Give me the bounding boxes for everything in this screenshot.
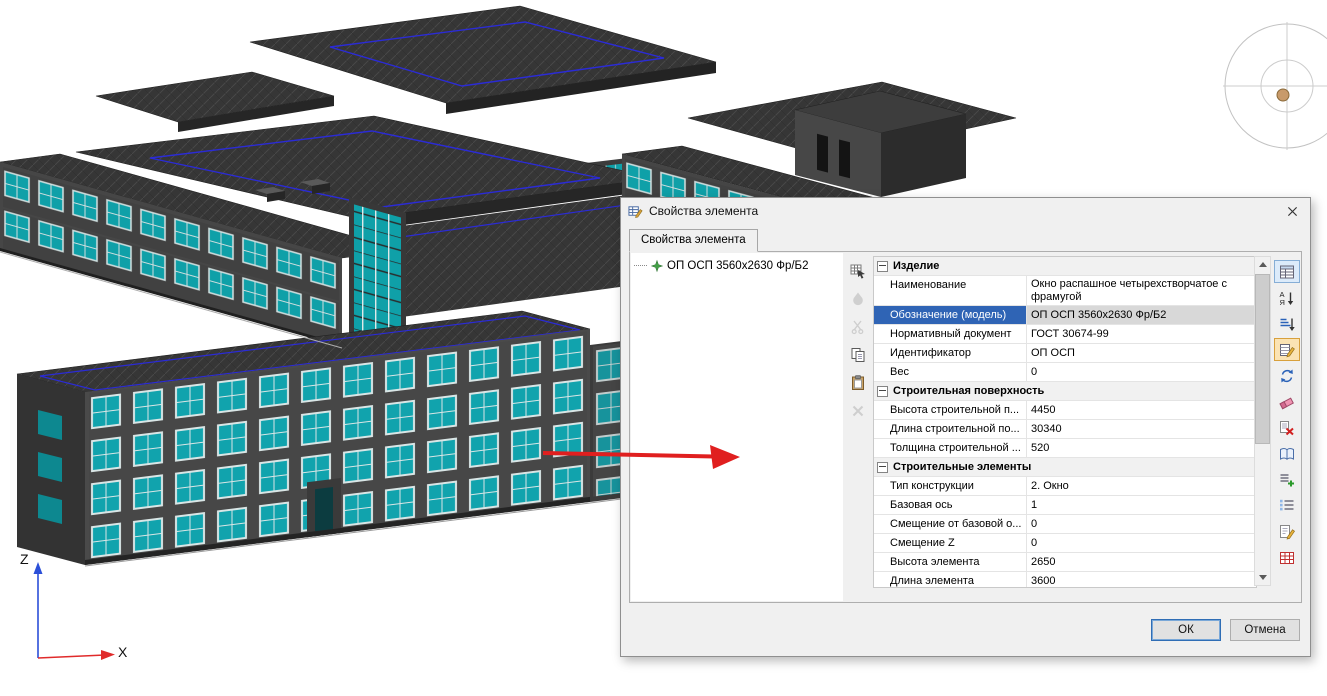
- section-header[interactable]: Строительные элементы: [874, 458, 1256, 477]
- axis-z-label: Z: [20, 551, 29, 567]
- scroll-down-icon[interactable]: [1255, 569, 1270, 585]
- tree-item-label: ОП ОСП 3560x2630 Фр/Б2: [667, 260, 809, 272]
- dialog-footer: ОК Отмена: [621, 604, 1310, 656]
- property-row[interactable]: Нормативный документГОСТ 30674-99: [874, 325, 1256, 344]
- sort-order-icon[interactable]: [1274, 312, 1300, 335]
- property-value[interactable]: 1: [1027, 496, 1256, 514]
- axis-x-label: X: [118, 644, 127, 660]
- dialog-titlebar[interactable]: Свойства элемента: [621, 198, 1310, 224]
- property-row[interactable]: Толщина строительной ...520: [874, 439, 1256, 458]
- element-tree[interactable]: ОП ОСП 3560x2630 Фр/Б2: [631, 253, 843, 601]
- collapse-icon[interactable]: [877, 386, 888, 397]
- cancel-button[interactable]: Отмена: [1230, 619, 1300, 641]
- property-row[interactable]: Базовая ось1: [874, 496, 1256, 515]
- property-row[interactable]: Длина элемента3600: [874, 572, 1256, 588]
- list-numbered-icon[interactable]: [1274, 494, 1300, 517]
- view-compass[interactable]: [1217, 20, 1327, 155]
- scroll-up-icon[interactable]: [1255, 257, 1270, 273]
- property-label: Длина элемента: [874, 572, 1027, 588]
- section-header[interactable]: Строительная поверхность: [874, 382, 1256, 401]
- property-label: Длина строительной по...: [874, 420, 1027, 438]
- property-label: Нормативный документ: [874, 325, 1027, 343]
- catalog-book-icon[interactable]: [1274, 442, 1300, 465]
- annotation-arrow: [530, 437, 745, 477]
- property-value[interactable]: 0: [1027, 515, 1256, 533]
- property-row[interactable]: Высота строительной п...4450: [874, 401, 1256, 420]
- property-label: Смещение Z: [874, 534, 1027, 552]
- collapse-icon[interactable]: [877, 261, 888, 272]
- dialog-content: ОП ОСП 3560x2630 Фр/Б2 Изделие Наименован…: [629, 251, 1302, 603]
- ok-button[interactable]: ОК: [1151, 619, 1221, 641]
- categorized-view-icon[interactable]: [1274, 260, 1300, 283]
- property-value[interactable]: 2650: [1027, 553, 1256, 571]
- property-label: Обозначение (модель): [874, 306, 1027, 324]
- grid-scrollbar[interactable]: [1254, 256, 1271, 586]
- cad-application: Z X Свойства элемента Свойства элемента …: [0, 0, 1327, 696]
- property-row[interactable]: Смещение Z0: [874, 534, 1256, 553]
- sort-alphabetical-icon[interactable]: АЯ: [1274, 286, 1300, 309]
- property-value[interactable]: 2. Окно: [1027, 477, 1256, 495]
- scrollbar-thumb[interactable]: [1255, 274, 1270, 444]
- copy-icon[interactable]: [848, 345, 868, 365]
- edit-properties-icon[interactable]: [1274, 338, 1300, 361]
- property-value[interactable]: 30340: [1027, 420, 1256, 438]
- property-label: Базовая ось: [874, 496, 1027, 514]
- property-row[interactable]: ИдентификаторОП ОСП: [874, 344, 1256, 363]
- property-value[interactable]: 520: [1027, 439, 1256, 457]
- tree-item[interactable]: ОП ОСП 3560x2630 Фр/Б2: [631, 253, 843, 273]
- edit-document-icon[interactable]: [1274, 520, 1300, 543]
- property-value[interactable]: 3600: [1027, 572, 1256, 588]
- dialog-title: Свойства элемента: [649, 204, 758, 218]
- element-icon: [650, 259, 664, 273]
- property-label: Наименование: [874, 276, 1027, 305]
- delete-value-icon[interactable]: [1274, 416, 1300, 439]
- tab-element-properties[interactable]: Свойства элемента: [629, 229, 758, 252]
- property-label: Вес: [874, 363, 1027, 381]
- apply-to-identical-icon[interactable]: [1274, 364, 1300, 387]
- paste-icon[interactable]: [848, 373, 868, 393]
- property-label: Тип конструкции: [874, 477, 1027, 495]
- property-value[interactable]: 0: [1027, 534, 1256, 552]
- element-properties-dialog: Свойства элемента Свойства элемента ОП О…: [620, 197, 1311, 657]
- select-element-icon[interactable]: [848, 261, 868, 281]
- property-label: Высота строительной п...: [874, 401, 1027, 419]
- property-label: Идентификатор: [874, 344, 1027, 362]
- section-header[interactable]: Изделие: [874, 257, 1256, 276]
- table-red-icon[interactable]: [1274, 546, 1300, 569]
- tree-connector-icon: [634, 265, 647, 267]
- eraser-icon[interactable]: [1274, 390, 1300, 413]
- property-grid: Изделие НаименованиеОкно распашное четыре…: [873, 256, 1257, 588]
- property-row[interactable]: Обозначение (модель)ОП ОСП 3560x2630 Фр/…: [874, 306, 1256, 325]
- property-value[interactable]: Окно распашное четырехстворчатое с фраму…: [1027, 276, 1256, 305]
- property-row[interactable]: Вес0: [874, 363, 1256, 382]
- property-row[interactable]: Тип конструкции2. Окно: [874, 477, 1256, 496]
- edit-toolbar: [845, 261, 871, 421]
- property-label: Смещение от базовой о...: [874, 515, 1027, 533]
- property-row[interactable]: НаименованиеОкно распашное четырехстворч…: [874, 276, 1256, 306]
- list-add-icon[interactable]: [1274, 468, 1300, 491]
- property-label: Толщина строительной ...: [874, 439, 1027, 457]
- property-value[interactable]: ОП ОСП: [1027, 344, 1256, 362]
- property-value[interactable]: ГОСТ 30674-99: [1027, 325, 1256, 343]
- svg-text:Я: Я: [1279, 298, 1284, 306]
- property-value[interactable]: 4450: [1027, 401, 1256, 419]
- properties-window-icon: [628, 204, 643, 219]
- cut-icon: [848, 317, 868, 337]
- section-title: Изделие: [893, 260, 939, 272]
- property-value[interactable]: ОП ОСП 3560x2630 Фр/Б2: [1027, 306, 1256, 324]
- property-value[interactable]: 0: [1027, 363, 1256, 381]
- delete-icon: [848, 401, 868, 421]
- section-title: Строительная поверхность: [893, 385, 1044, 397]
- section-title: Строительные элементы: [893, 461, 1031, 473]
- clear-properties-icon: [848, 289, 868, 309]
- property-row[interactable]: Высота элемента2650: [874, 553, 1256, 572]
- property-row[interactable]: Длина строительной по...30340: [874, 420, 1256, 439]
- property-row[interactable]: Смещение от базовой о...0: [874, 515, 1256, 534]
- close-icon[interactable]: [1274, 198, 1310, 224]
- property-label: Высота элемента: [874, 553, 1027, 571]
- collapse-icon[interactable]: [877, 462, 888, 473]
- grid-toolbar: АЯ: [1273, 260, 1300, 569]
